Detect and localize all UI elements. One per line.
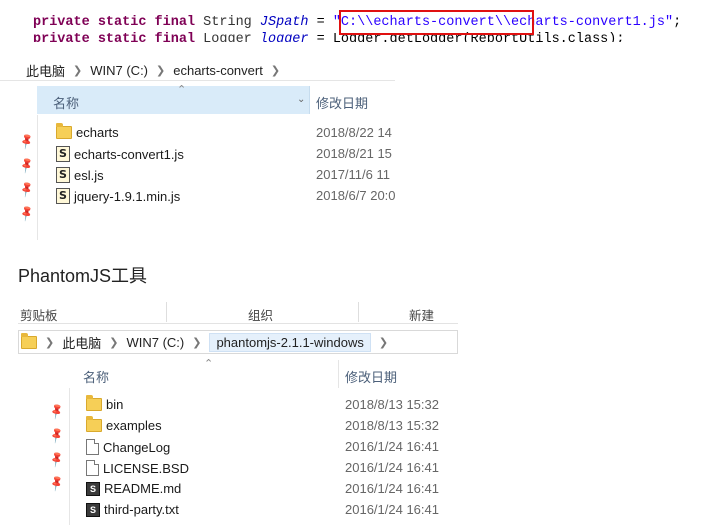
breadcrumb-phantomjs[interactable]: phantomjs-2.1.1-windows — [209, 333, 371, 352]
section-title: PhantomJS工具 — [18, 266, 148, 286]
breadcrumb-drive-c[interactable]: WIN7 (C:) — [90, 63, 148, 78]
list-item[interactable]: echarts 2018/8/22 14 — [56, 123, 395, 145]
list-item[interactable]: S README.md 2016/1/24 16:41 — [86, 481, 458, 501]
list-item[interactable]: Sjquery-1.9.1.min.js 2018/6/7 20:0 — [56, 188, 395, 208]
column-header: 名称 ⌃ ⌄ 修改日期 — [37, 84, 395, 114]
folder-icon — [21, 333, 37, 349]
js-file-icon: S — [56, 188, 70, 204]
pin-icon[interactable]: 📌 — [18, 204, 36, 223]
list-item[interactable]: Sthird-party.txt 2016/1/24 16:41 — [86, 502, 458, 522]
ribbon-new-label: 新建 — [409, 309, 435, 323]
list-item[interactable]: ChangeLog 2016/1/24 16:41 — [86, 439, 458, 459]
breadcrumb-this-pc[interactable]: 此电脑 — [62, 333, 101, 352]
pin-icon[interactable]: 📌 — [18, 156, 36, 175]
document-icon — [86, 460, 99, 476]
column-header-date[interactable]: 修改日期 — [345, 367, 397, 386]
folder-icon — [56, 123, 72, 139]
pin-icon[interactable]: 📌 — [48, 402, 66, 421]
pin-icon[interactable]: 📌 — [48, 474, 66, 493]
chevron-right-icon[interactable]: ❯ — [109, 336, 118, 349]
chevron-right-icon[interactable]: ❯ — [271, 64, 280, 77]
explorer-echarts-convert: 此电脑 ❯ WIN7 (C:) ❯ echarts-convert ❯ 名称 ⌃… — [0, 55, 395, 240]
markdown-file-icon: S — [86, 481, 100, 496]
list-item[interactable]: LICENSE.BSD 2016/1/24 16:41 — [86, 460, 458, 480]
sort-up-icon: ⌃ — [204, 358, 214, 370]
sort-up-icon: ⌃ — [177, 84, 187, 96]
code-editor-snippet: private static final String JSpath = "C:… — [0, 0, 726, 42]
breadcrumb: 此电脑 ❯ WIN7 (C:) ❯ echarts-convert ❯ — [0, 55, 395, 81]
folder-icon — [86, 416, 102, 432]
red-highlight-box — [339, 10, 534, 35]
list-item[interactable]: bin 2018/8/13 15:32 — [86, 395, 458, 417]
chevron-right-icon[interactable]: ❯ — [156, 64, 165, 77]
chevron-right-icon[interactable]: ❯ — [379, 336, 388, 349]
chevron-right-icon[interactable]: ❯ — [45, 336, 54, 349]
pin-icon[interactable]: 📌 — [48, 450, 66, 469]
text-file-icon: S — [86, 502, 100, 517]
chevron-down-icon[interactable]: ⌄ — [297, 94, 305, 105]
js-file-icon: S — [56, 167, 70, 183]
breadcrumb-echarts-convert[interactable]: echarts-convert — [173, 63, 263, 78]
list-item[interactable]: Sesl.js 2017/11/6 11 — [56, 167, 395, 187]
column-header-name[interactable]: 名称 — [37, 86, 310, 114]
folder-icon — [86, 395, 102, 411]
breadcrumb: ❯ 此电脑 ❯ WIN7 (C:) ❯ phantomjs-2.1.1-wind… — [18, 330, 458, 354]
pin-icon[interactable]: 📌 — [18, 180, 36, 199]
column-header: 名称 ⌃ 修改日期 — [69, 358, 458, 388]
column-header-date[interactable]: 修改日期 — [316, 93, 368, 112]
breadcrumb-drive-c[interactable]: WIN7 (C:) — [126, 335, 184, 350]
document-icon — [86, 439, 99, 455]
js-file-icon: S — [56, 146, 70, 162]
list-item[interactable]: examples 2018/8/13 15:32 — [86, 416, 458, 438]
code-line-logger: private static final Logger logger = Log… — [33, 32, 625, 42]
ribbon-group-labels: 剪贴板 组织 新建 — [18, 302, 458, 324]
ribbon-clipboard-label: 剪贴板 — [20, 309, 58, 323]
pin-icon[interactable]: 📌 — [18, 132, 36, 151]
chevron-right-icon[interactable]: ❯ — [192, 336, 201, 349]
ribbon-organize-label: 组织 — [248, 309, 274, 323]
breadcrumb-this-pc[interactable]: 此电脑 — [26, 61, 65, 80]
list-item[interactable]: Secharts-convert1.js 2018/8/21 15 — [56, 146, 395, 166]
pin-icon[interactable]: 📌 — [48, 426, 66, 445]
column-header-name[interactable]: 名称 — [83, 367, 109, 386]
chevron-right-icon[interactable]: ❯ — [73, 64, 82, 77]
